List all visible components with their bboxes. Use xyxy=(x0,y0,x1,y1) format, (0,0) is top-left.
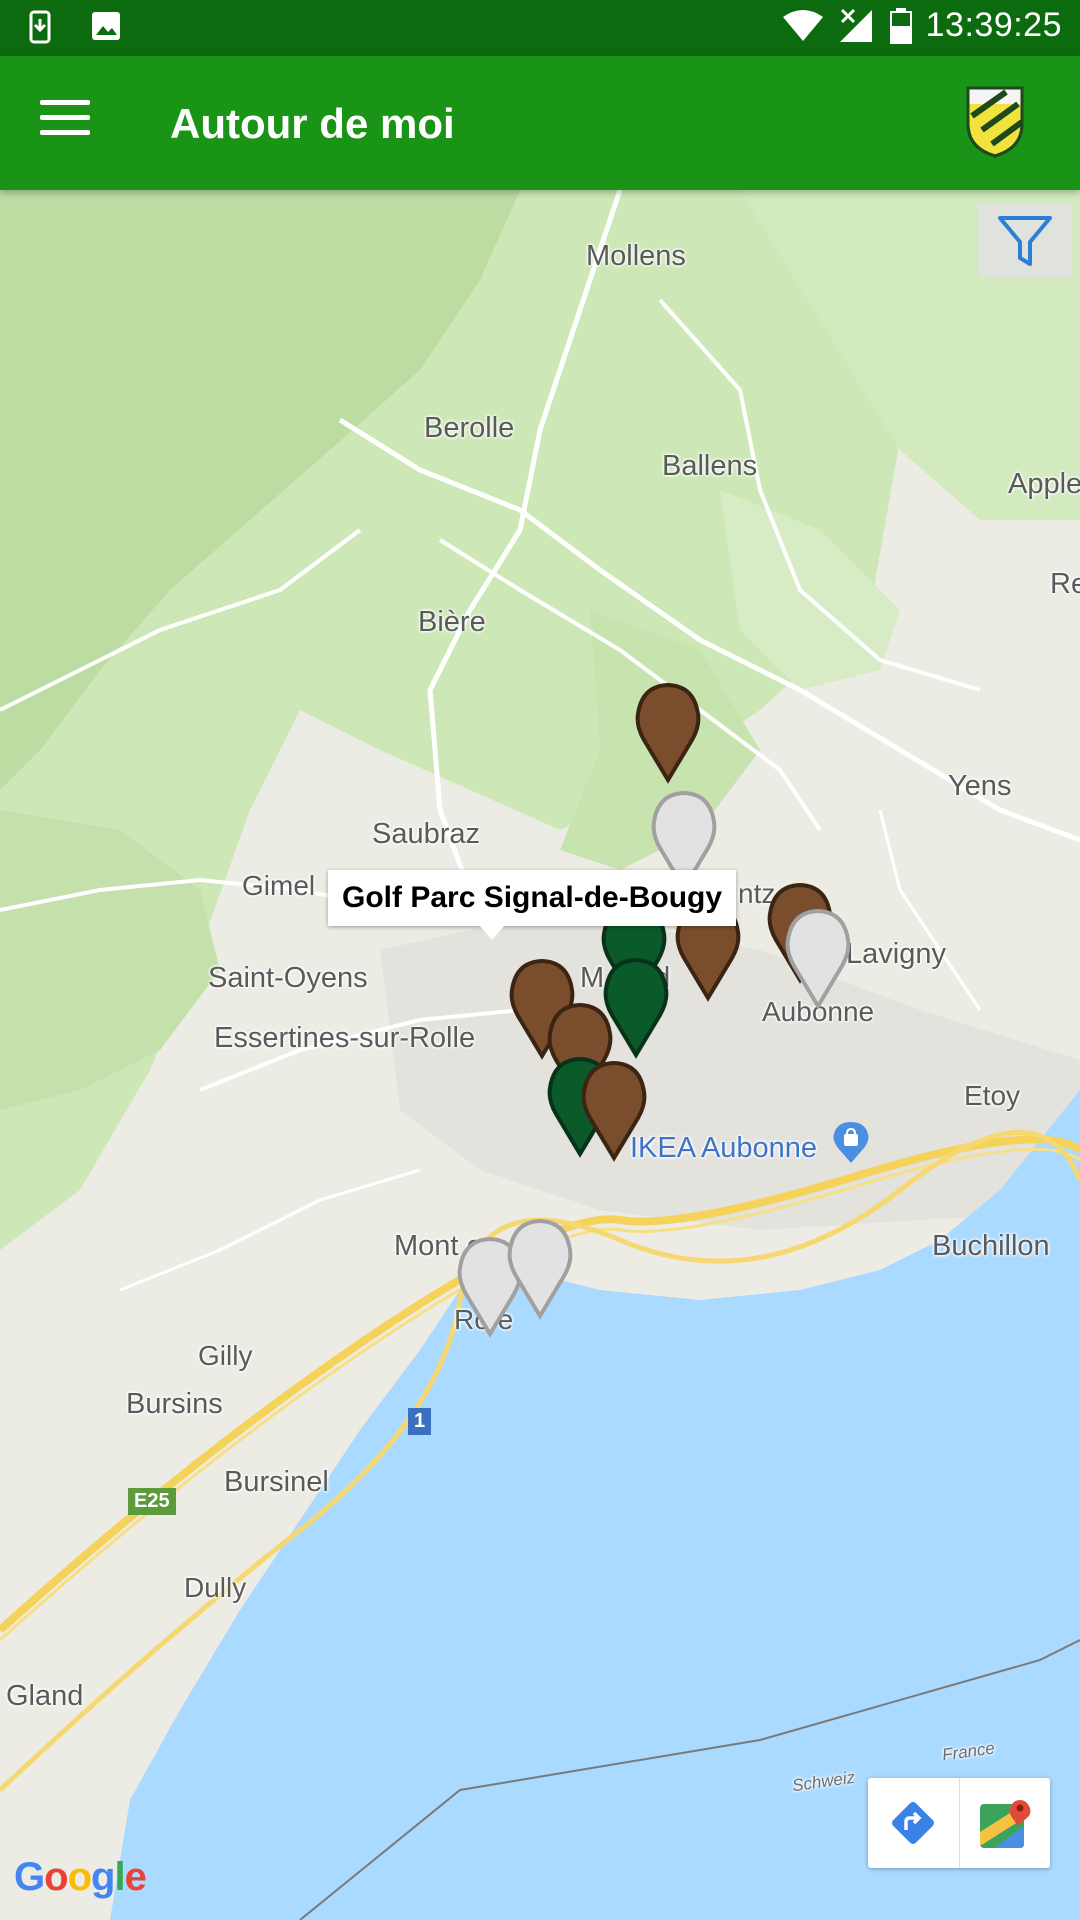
place-label: Yens xyxy=(948,770,1012,802)
place-label: Apple xyxy=(1008,468,1080,500)
wifi-icon xyxy=(782,9,823,41)
directions-button[interactable] xyxy=(868,1778,959,1868)
page-title: Autour de moi xyxy=(170,100,455,147)
marker-info-window[interactable]: Golf Parc Signal-de-Bougy xyxy=(328,870,737,940)
place-label: Gilly xyxy=(198,1340,253,1371)
filter-button[interactable] xyxy=(978,204,1072,278)
filter-icon xyxy=(998,216,1052,266)
shopping-poi-icon[interactable] xyxy=(832,1120,870,1164)
place-label: Bière xyxy=(418,606,486,638)
hamburger-icon[interactable] xyxy=(40,100,90,140)
download-icon xyxy=(29,10,51,44)
battery-icon xyxy=(889,7,912,44)
clock: 13:39:25 xyxy=(925,6,1062,44)
place-label: Gimel xyxy=(242,870,316,901)
map-marker-brown[interactable] xyxy=(580,1060,648,1162)
route-shield: 1 xyxy=(408,1408,432,1435)
place-label: Bursins xyxy=(126,1388,223,1420)
signal-icon xyxy=(839,8,872,42)
place-label: Bursinel xyxy=(224,1466,329,1498)
map-toolbar xyxy=(868,1778,1050,1868)
place-label: Mollens xyxy=(586,240,686,272)
place-label: Gland xyxy=(6,1680,84,1712)
directions-icon xyxy=(892,1802,935,1844)
open-in-maps-button[interactable] xyxy=(958,1778,1051,1868)
poi-label[interactable]: IKEA Aubonne xyxy=(630,1132,817,1165)
route-shield: E25 xyxy=(128,1488,176,1515)
place-label: Saint-Oyens xyxy=(208,962,368,994)
vaud-crest-logo xyxy=(966,86,1024,158)
place-label: Berolle xyxy=(424,412,515,444)
map-marker-brown[interactable] xyxy=(634,682,702,784)
place-label: Etoy xyxy=(964,1080,1021,1111)
map-view[interactable]: Mollens Berolle Ballens Apple Re Bière Y… xyxy=(0,190,1080,1920)
place-label: Ballens xyxy=(662,450,758,482)
status-bar: 13:39:25 xyxy=(0,0,1080,56)
map-marker-green[interactable] xyxy=(602,957,670,1059)
google-maps-icon xyxy=(979,1800,1031,1848)
app-bar: Autour de moi xyxy=(0,56,1080,190)
place-label: Buchillon xyxy=(932,1230,1050,1262)
map-marker-gray[interactable] xyxy=(506,1218,574,1320)
place-label: Re xyxy=(1050,568,1080,600)
google-attribution: Google xyxy=(14,1855,147,1899)
map-marker-gray[interactable] xyxy=(784,908,852,1010)
image-icon xyxy=(92,12,120,40)
place-label: Essertines-sur-Rolle xyxy=(214,1022,476,1054)
place-label: Saubraz xyxy=(372,818,481,850)
place-label: Lavigny xyxy=(846,938,946,970)
place-label: Dully xyxy=(184,1572,247,1603)
